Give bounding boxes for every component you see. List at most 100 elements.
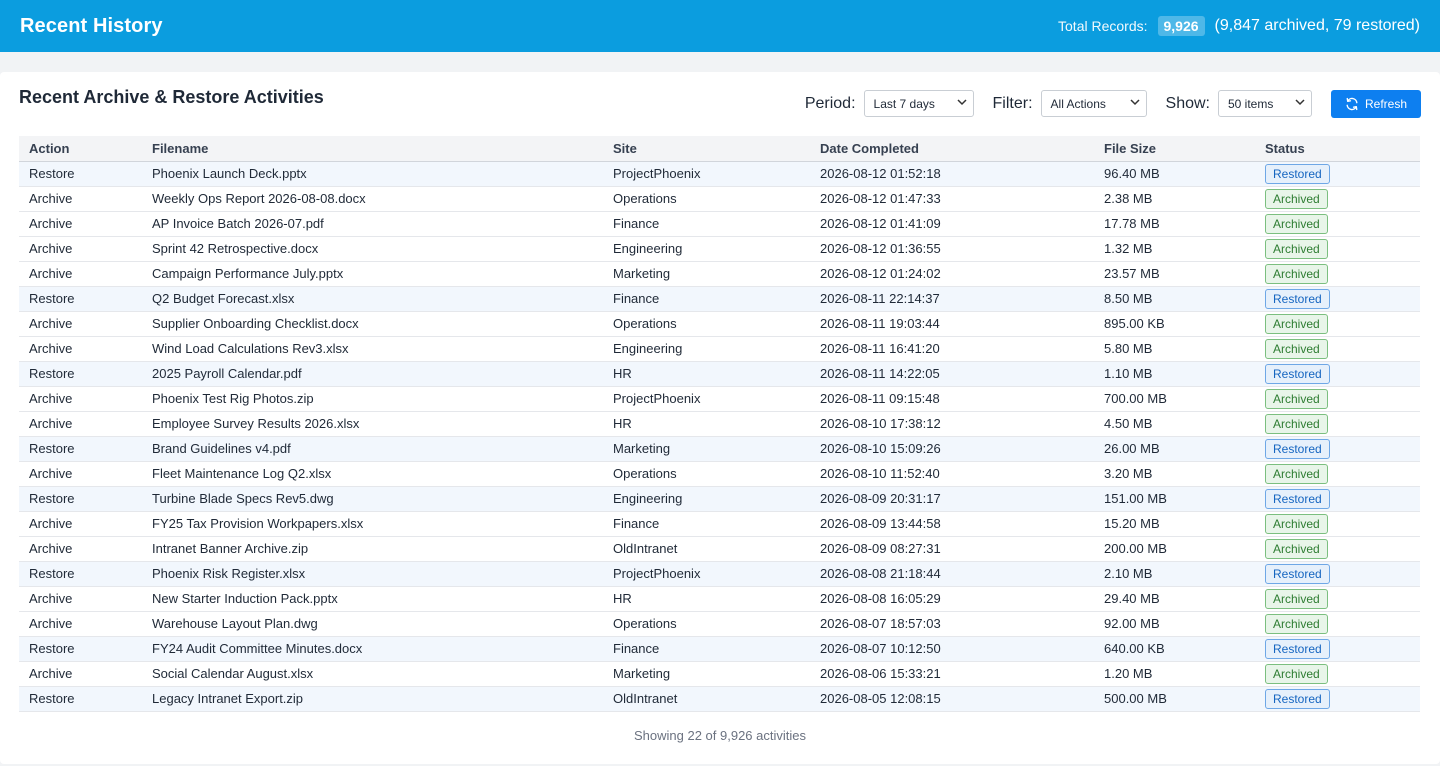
cell-filename: AP Invoice Batch 2026-07.pdf	[152, 216, 324, 231]
cell-filename: Legacy Intranet Export.zip	[152, 691, 304, 706]
cell-file-size: 3.20 MB	[1104, 466, 1153, 481]
cell-site: OldIntranet	[613, 541, 678, 556]
table-row[interactable]: Archive Intranet Banner Archive.zip OldInt…	[19, 536, 1420, 561]
cell-file-size: 151.00 MB	[1104, 491, 1167, 506]
cell-action: Archive	[29, 266, 73, 281]
table-row[interactable]: Restore Phoenix Risk Register.xlsx Project…	[19, 561, 1420, 586]
cell-date-completed: 2026-08-07 10:12:50	[820, 641, 941, 656]
table-row[interactable]: Restore Phoenix Launch Deck.pptx ProjectPh…	[19, 161, 1420, 186]
cell-status: Archived	[1255, 211, 1420, 236]
cell-file-size: 1.10 MB	[1104, 366, 1153, 381]
cell-file-size: 2.10 MB	[1104, 566, 1153, 581]
cell-file-size: 92.00 MB	[1104, 616, 1160, 631]
cell-filename: FY25 Tax Provision Workpapers.xlsx	[152, 516, 364, 531]
cell-date-completed: 2026-08-10 11:52:40	[820, 466, 940, 481]
table-row[interactable]: Restore Brand Guidelines v4.pdf Marketing 2…	[19, 436, 1420, 461]
status-badge: Archived	[1265, 463, 1328, 484]
status-badge: Archived	[1265, 238, 1328, 259]
column-header-filename[interactable]: Filename	[142, 136, 603, 162]
cell-site: Marketing	[613, 266, 671, 281]
cell-file-size: 895.00 KB	[1104, 316, 1165, 331]
cell-action: Archive	[29, 316, 73, 331]
period-select[interactable]: Last 7 days	[863, 90, 974, 117]
table-row[interactable]: Restore Q2 Budget Forecast.xlsx Finance 202…	[19, 286, 1420, 311]
cell-status: Restored	[1255, 561, 1420, 586]
cell-action: Archive	[29, 516, 73, 531]
table-row[interactable]: Restore Turbine Blade Specs Rev5.dwg Engin…	[19, 486, 1420, 511]
cell-filename: New Starter Induction Pack.pptx	[152, 591, 338, 606]
cell-filename: Warehouse Layout Plan.dwg	[152, 616, 318, 631]
cell-date-completed: 2026-08-12 01:24:02	[820, 266, 941, 281]
filter-select[interactable]: All Actions	[1040, 90, 1147, 117]
refresh-button[interactable]: Refresh	[1331, 89, 1421, 118]
total-records-label: Total Records:	[1058, 18, 1148, 34]
cell-date-completed: 2026-08-11 09:15:48	[820, 391, 940, 406]
table-row[interactable]: Archive Fleet Maintenance Log Q2.xlsx Oper…	[19, 461, 1420, 486]
table-row[interactable]: Archive Social Calendar August.xlsx Market…	[19, 661, 1420, 686]
cell-site: ProjectPhoenix	[613, 166, 701, 181]
cell-status: Archived	[1255, 186, 1420, 211]
column-header-action[interactable]: Action	[19, 136, 142, 162]
status-badge: Archived	[1265, 188, 1328, 209]
cell-date-completed: 2026-08-12 01:36:55	[820, 241, 941, 256]
table-row[interactable]: Archive New Starter Induction Pack.pptx HR…	[19, 586, 1420, 611]
activities-panel: Recent Archive & Restore Activities Peri…	[0, 72, 1440, 764]
cell-date-completed: 2026-08-08 16:05:29	[820, 591, 941, 606]
table-row[interactable]: Archive Sprint 42 Retrospective.docx Engin…	[19, 236, 1420, 261]
cell-site: ProjectPhoenix	[613, 391, 701, 406]
cell-date-completed: 2026-08-07 18:57:03	[820, 616, 941, 631]
cell-status: Archived	[1255, 311, 1420, 336]
table-row[interactable]: Archive Employee Survey Results 2026.xlsx…	[19, 411, 1420, 436]
cell-filename: Phoenix Launch Deck.pptx	[152, 166, 307, 181]
cell-file-size: 1.20 MB	[1104, 666, 1153, 681]
filter-select-value: All Actions	[1050, 96, 1106, 111]
column-header-file-size[interactable]: File Size	[1094, 136, 1255, 162]
cell-date-completed: 2026-08-09 08:27:31	[820, 541, 941, 556]
cell-site: HR	[613, 591, 632, 606]
status-badge: Restored	[1265, 288, 1330, 309]
cell-action: Restore	[29, 691, 75, 706]
cell-site: OldIntranet	[613, 691, 678, 706]
cell-status: Archived	[1255, 261, 1420, 286]
table-body: Restore Phoenix Launch Deck.pptx ProjectPh…	[19, 161, 1420, 711]
filter-label: Filter:	[992, 94, 1033, 112]
table-row[interactable]: Archive FY25 Tax Provision Workpapers.xls…	[19, 511, 1420, 536]
cell-date-completed: 2026-08-11 14:22:05	[820, 366, 940, 381]
table-row[interactable]: Archive Phoenix Test Rig Photos.zip Projec…	[19, 386, 1420, 411]
cell-status: Restored	[1255, 436, 1420, 461]
cell-status: Archived	[1255, 411, 1420, 436]
cell-date-completed: 2026-08-08 21:18:44	[820, 566, 941, 581]
table-row[interactable]: Archive Campaign Performance July.pptx Mar…	[19, 261, 1420, 286]
cell-file-size: 2.38 MB	[1104, 191, 1153, 206]
cell-file-size: 23.57 MB	[1104, 266, 1160, 281]
cell-filename: Fleet Maintenance Log Q2.xlsx	[152, 466, 332, 481]
cell-date-completed: 2026-08-11 16:41:20	[820, 341, 940, 356]
status-badge: Restored	[1265, 638, 1330, 659]
table-row[interactable]: Archive AP Invoice Batch 2026-07.pdf Finan…	[19, 211, 1420, 236]
cell-action: Archive	[29, 216, 73, 231]
status-badge: Restored	[1265, 563, 1330, 584]
column-header-date-completed[interactable]: Date Completed	[810, 136, 1094, 162]
showing-count: Showing 22 of 9,926 activities	[634, 728, 806, 743]
cell-date-completed: 2026-08-11 22:14:37	[820, 291, 940, 306]
table-row[interactable]: Restore FY24 Audit Committee Minutes.docx…	[19, 636, 1420, 661]
cell-site: Operations	[613, 191, 677, 206]
table-row[interactable]: Archive Supplier Onboarding Checklist.doc…	[19, 311, 1420, 336]
cell-site: Finance	[613, 516, 660, 531]
table-row[interactable]: Archive Warehouse Layout Plan.dwg Operatio…	[19, 611, 1420, 636]
cell-date-completed: 2026-08-10 15:09:26	[820, 441, 941, 456]
show-select[interactable]: 50 items	[1218, 90, 1312, 117]
show-select-value: 50 items	[1228, 96, 1274, 111]
table-row[interactable]: Archive Wind Load Calculations Rev3.xlsx E…	[19, 336, 1420, 361]
cell-site: Operations	[613, 316, 677, 331]
column-header-status[interactable]: Status	[1255, 136, 1420, 162]
table-row[interactable]: Archive Weekly Ops Report 2026-08-08.docx…	[19, 186, 1420, 211]
cell-file-size: 5.80 MB	[1104, 341, 1153, 356]
cell-status: Restored	[1255, 486, 1420, 511]
table-row[interactable]: Restore Legacy Intranet Export.zip OldIntr…	[19, 686, 1420, 711]
cell-date-completed: 2026-08-05 12:08:15	[820, 691, 941, 706]
status-badge: Restored	[1265, 488, 1330, 509]
column-header-site[interactable]: Site	[603, 136, 810, 162]
cell-filename: Phoenix Risk Register.xlsx	[152, 566, 306, 581]
table-row[interactable]: Restore 2025 Payroll Calendar.pdf HR 2026-0…	[19, 361, 1420, 386]
